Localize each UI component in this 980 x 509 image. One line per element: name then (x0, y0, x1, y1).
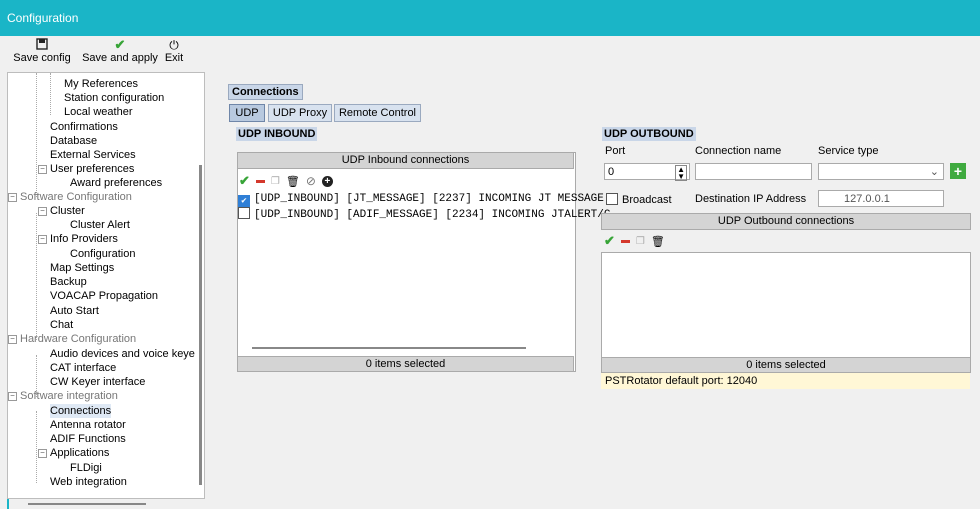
list-item[interactable]: [UDP_INBOUND] [ADIF_MESSAGE] [2234] INCO… (238, 207, 610, 221)
row-checkbox[interactable]: ✔ (238, 195, 250, 207)
connection-name-input[interactable] (695, 163, 812, 180)
udp-inbound-footer: 0 items selected (237, 356, 574, 372)
outbound-actions: ✔ ❐ 🗑 (604, 233, 665, 249)
tree-item-backup[interactable]: Backup (50, 275, 87, 289)
save-config-button[interactable]: Save config (6, 38, 78, 64)
settings-tree[interactable]: My References Station configuration Loca… (7, 72, 205, 499)
remove-icon[interactable] (255, 179, 265, 183)
tree-item-local-weather[interactable]: Local weather (64, 105, 133, 119)
save-config-label: Save config (13, 52, 71, 64)
port-spinbox[interactable]: 0 ▲ ▼ (604, 163, 690, 181)
tree-item-confirmations[interactable]: Confirmations (50, 120, 118, 134)
exit-button[interactable]: ⏻ Exit (163, 38, 185, 64)
collapse-icon[interactable]: − (8, 335, 17, 344)
inbound-horizontal-scrollbar[interactable] (252, 347, 526, 349)
tree-horizontal-scrollbar[interactable] (28, 503, 146, 505)
broadcast-checkbox-box[interactable] (606, 193, 618, 205)
tree-item-chat[interactable]: Chat (50, 318, 73, 332)
cancel-icon[interactable]: ⊘ (306, 174, 316, 188)
tab-udp[interactable]: UDP (229, 104, 265, 122)
remove-icon[interactable] (620, 239, 630, 243)
collapse-icon[interactable]: − (38, 207, 47, 216)
tree-item-web-integration[interactable]: Web integration (50, 475, 127, 489)
power-icon: ⏻ (169, 38, 179, 52)
tree-item-map-settings[interactable]: Map Settings (50, 261, 114, 275)
trash-icon[interactable]: 🗑 (286, 175, 300, 188)
tab-udp-proxy[interactable]: UDP Proxy (268, 104, 332, 122)
toolbar: Save config ✔ Save and apply ⏻ Exit (6, 38, 980, 70)
udp-outbound-list[interactable] (601, 252, 971, 358)
save-and-apply-label: Save and apply (82, 52, 158, 64)
copy-icon[interactable]: ❐ (636, 236, 645, 247)
tree-item-auto-start[interactable]: Auto Start (50, 304, 99, 318)
tree-item-applications[interactable]: − Applications (38, 446, 109, 460)
tree-item-station-configuration[interactable]: Station configuration (64, 91, 164, 105)
exit-label: Exit (164, 52, 184, 64)
tree-item-cluster[interactable]: − Cluster (38, 204, 85, 218)
pstrotator-note: PSTRotator default port: 12040 (601, 373, 970, 389)
tree-item-voacap-propagation[interactable]: VOACAP Propagation (50, 289, 158, 303)
port-label: Port (605, 145, 626, 157)
tree-item-software-integration[interactable]: − Software integration (8, 389, 118, 403)
add-circle-icon[interactable]: + (321, 175, 333, 187)
tree-item-antenna-rotator[interactable]: Antenna rotator (50, 418, 126, 432)
tree-item-info-providers[interactable]: − Info Providers (38, 232, 118, 246)
collapse-icon[interactable]: − (38, 235, 47, 244)
udp-outbound-title: UDP OUTBOUND (602, 127, 696, 141)
udp-outbound-footer: 0 items selected (601, 357, 971, 373)
tree-vertical-scrollbar[interactable] (199, 165, 202, 485)
tree-item-award-preferences[interactable]: Award preferences (70, 176, 162, 190)
tree-item-audio-devices[interactable]: Audio devices and voice keye (50, 347, 195, 361)
inbound-actions: ✔ ❐ 🗑 ⊘ + (239, 173, 333, 189)
broadcast-checkbox[interactable]: Broadcast (606, 193, 672, 206)
collapse-icon[interactable]: − (8, 392, 17, 401)
collapse-icon[interactable]: − (38, 165, 47, 174)
tree-item-adif-functions[interactable]: ADIF Functions (50, 432, 126, 446)
add-connection-button[interactable]: + (950, 163, 966, 179)
tree-item-hardware-configuration[interactable]: − Hardware Configuration (8, 332, 136, 346)
tree-item-cat-interface[interactable]: CAT interface (50, 361, 116, 375)
save-and-apply-button[interactable]: ✔ Save and apply (78, 37, 162, 65)
chevron-down-icon[interactable]: ⌄ (930, 164, 939, 181)
connection-name-label: Connection name (695, 145, 782, 157)
floppy-disk-icon (6, 38, 78, 52)
tab-remote-control[interactable]: Remote Control (334, 104, 421, 122)
tree-item-my-references[interactable]: My References (64, 77, 138, 91)
trash-icon[interactable]: 🗑 (651, 235, 665, 248)
tree-item-user-preferences[interactable]: − User preferences (38, 162, 134, 176)
tree-connector (36, 213, 37, 340)
tree-item-database[interactable]: Database (50, 134, 97, 148)
tree-connector (50, 73, 51, 115)
enable-check-icon[interactable]: ✔ (239, 173, 250, 189)
page-title: Connections (228, 84, 303, 100)
udp-inbound-list-header: UDP Inbound connections (237, 152, 574, 169)
tree-item-configuration[interactable]: Configuration (70, 247, 135, 261)
checkmark-icon: ✔ (114, 37, 126, 52)
title-bar: Configuration (0, 0, 980, 36)
udp-outbound-list-header: UDP Outbound connections (601, 213, 971, 230)
udp-inbound-title: UDP INBOUND (236, 127, 318, 141)
copy-icon[interactable]: ❐ (271, 176, 280, 187)
tree-item-connections[interactable]: Connections (50, 404, 112, 418)
spin-arrows-icon[interactable]: ▲ ▼ (675, 165, 687, 181)
destination-ip-input[interactable]: 127.0.0.1 (818, 190, 944, 207)
list-item[interactable]: ✔ [UDP_INBOUND] [JT_MESSAGE] [2237] INCOM… (238, 193, 604, 207)
tree-item-cluster-alert[interactable]: Cluster Alert (70, 218, 130, 232)
tree-connector (36, 411, 37, 483)
service-type-label: Service type (818, 145, 879, 157)
destination-ip-label: Destination IP Address (695, 193, 807, 205)
tree-connector (36, 73, 37, 197)
window-title: Configuration (7, 11, 79, 25)
enable-check-icon[interactable]: ✔ (604, 233, 615, 249)
collapse-icon[interactable]: − (8, 193, 17, 202)
tree-item-fldigi[interactable]: FLDigi (70, 461, 102, 475)
service-type-select[interactable]: ⌄ (818, 163, 944, 180)
tree-item-software-configuration[interactable]: − Software Configuration (8, 190, 132, 204)
row-checkbox[interactable] (238, 207, 250, 219)
collapse-icon[interactable]: − (38, 449, 47, 458)
tree-item-external-services[interactable]: External Services (50, 148, 136, 162)
tree-item-cw-keyer-interface[interactable]: CW Keyer interface (50, 375, 145, 389)
